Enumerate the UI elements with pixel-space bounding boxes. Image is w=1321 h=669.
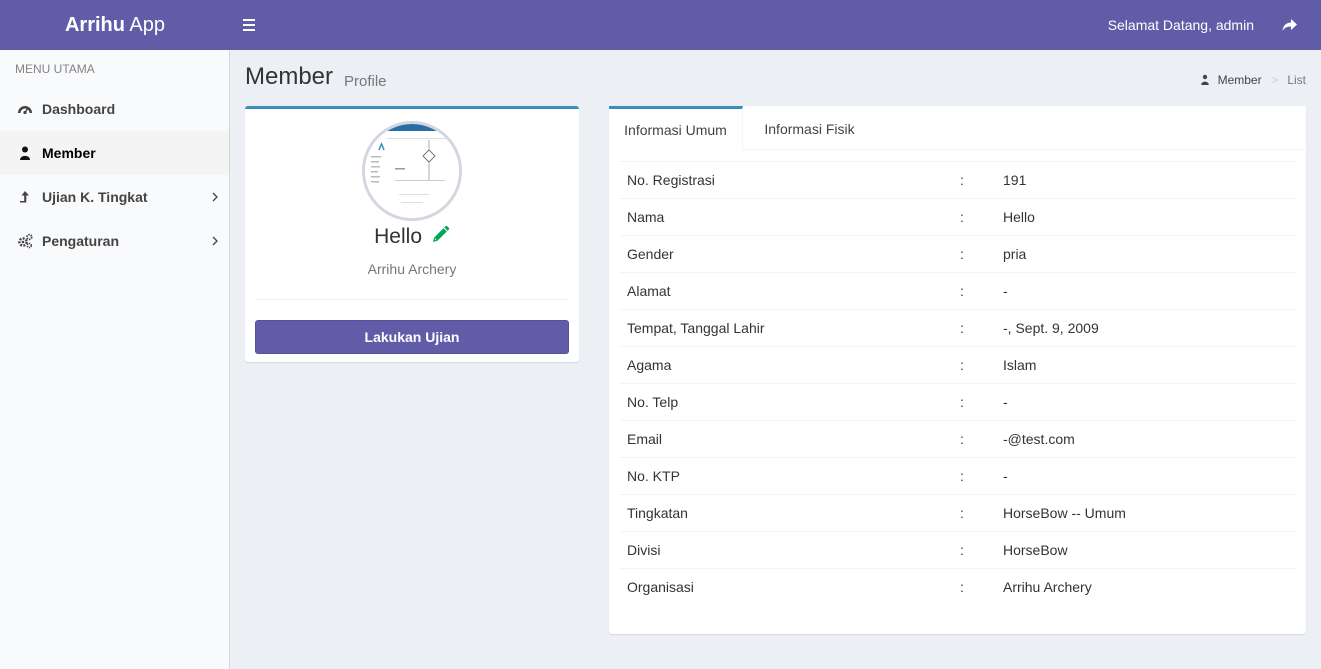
profile-name: Hello xyxy=(245,225,579,249)
row-separator: : xyxy=(960,505,964,521)
chevron-right-icon xyxy=(212,192,218,202)
table-row: No. KTP : - xyxy=(619,457,1296,494)
dashboard-icon xyxy=(18,106,32,115)
row-separator: : xyxy=(960,357,964,373)
sidebar-item-dashboard[interactable]: Dashboard xyxy=(0,87,229,131)
logo-bold-text: Arrihu xyxy=(64,14,125,36)
pencil-icon[interactable] xyxy=(430,225,450,245)
table-row: Alamat : - xyxy=(619,272,1296,309)
divider xyxy=(255,299,569,300)
level-up-icon xyxy=(20,191,29,203)
row-separator: : xyxy=(960,394,964,410)
menu-header: MENU UTAMA xyxy=(15,62,95,76)
table-row: Agama : Islam xyxy=(619,346,1296,383)
row-separator: : xyxy=(960,283,964,299)
breadcrumb: Member > List xyxy=(1200,73,1306,87)
table-row: Tempat, Tanggal Lahir : -, Sept. 9, 2009 xyxy=(619,309,1296,346)
breadcrumb-item[interactable]: Member xyxy=(1218,73,1262,87)
logo-light-text: App xyxy=(129,14,166,36)
row-separator: : xyxy=(960,246,964,262)
row-key: No. KTP xyxy=(627,468,680,484)
row-key: Agama xyxy=(627,357,672,373)
info-tab-panel: Informasi Umum Informasi Fisik No. Regis… xyxy=(609,106,1306,634)
row-separator: : xyxy=(960,542,964,558)
row-value: -, Sept. 9, 2009 xyxy=(1003,320,1099,336)
breadcrumb-item: List xyxy=(1287,73,1306,87)
table-row: Organisasi : Arrihu Archery xyxy=(619,568,1296,605)
sidebar-item-label: Pengaturan xyxy=(42,233,120,249)
top-navbar: Arrihu App Selamat Datang, admin xyxy=(0,0,1321,50)
sidebar-item-label: Dashboard xyxy=(42,101,116,117)
row-separator: : xyxy=(960,172,964,188)
row-value: HorseBow -- Umum xyxy=(1003,505,1126,521)
row-key: Gender xyxy=(627,246,674,262)
row-value: - xyxy=(1003,468,1008,484)
row-separator: : xyxy=(960,320,964,336)
row-separator: : xyxy=(960,209,964,225)
sidebar-toggle-icon[interactable] xyxy=(243,15,259,35)
row-key: No. Registrasi xyxy=(627,172,715,188)
row-value: Arrihu Archery xyxy=(1003,579,1092,595)
table-row: Gender : pria xyxy=(619,235,1296,272)
welcome-text: Selamat Datang, admin xyxy=(1107,17,1254,33)
row-key: Nama xyxy=(627,209,665,225)
profile-card: Hello Arrihu Archery Lakukan Ujian xyxy=(245,106,579,362)
tab-informasi-fisik[interactable]: Informasi Fisik xyxy=(743,106,876,150)
app-logo[interactable]: Arrihu App xyxy=(0,0,230,50)
row-key: Email xyxy=(627,431,663,447)
table-row: No. Registrasi : 191 xyxy=(619,161,1296,198)
table-row: Nama : Hello xyxy=(619,198,1296,235)
row-value: -@test.com xyxy=(1003,431,1075,447)
row-key: Alamat xyxy=(627,283,671,299)
row-key: No. Telp xyxy=(627,394,679,410)
sign-out-icon[interactable] xyxy=(1281,16,1299,34)
lakukan-ujian-button[interactable]: Lakukan Ujian xyxy=(255,320,569,354)
sidebar-item-member[interactable]: Member xyxy=(0,131,229,175)
row-value: Hello xyxy=(1003,209,1035,225)
row-separator: : xyxy=(960,431,964,447)
sidebar: MENU UTAMA Dashboard Member Ujian K. Tin… xyxy=(0,50,230,669)
user-icon xyxy=(1201,74,1210,85)
table-row: Email : -@test.com xyxy=(619,420,1296,457)
page-title: Member xyxy=(245,63,334,90)
row-value: - xyxy=(1003,394,1008,410)
table-row: No. Telp : - xyxy=(619,383,1296,420)
sidebar-item-label: Member xyxy=(42,145,96,161)
user-icon xyxy=(20,146,30,160)
row-separator: : xyxy=(960,579,964,595)
row-key: Organisasi xyxy=(627,579,694,595)
row-key: Divisi xyxy=(627,542,661,558)
row-separator: : xyxy=(960,468,964,484)
sidebar-item-label: Ujian K. Tingkat xyxy=(42,189,148,205)
row-value: Islam xyxy=(1003,357,1037,373)
avatar-image xyxy=(365,124,459,218)
breadcrumb-separator: > xyxy=(1270,73,1278,87)
tab-informasi-umum[interactable]: Informasi Umum xyxy=(609,106,743,151)
page-subtitle: Profile xyxy=(344,73,387,90)
profile-name-text: Hello xyxy=(374,225,422,248)
row-value: HorseBow xyxy=(1003,542,1068,558)
profile-organization: Arrihu Archery xyxy=(367,261,457,277)
row-value: - xyxy=(1003,283,1008,299)
row-value: pria xyxy=(1003,246,1027,262)
table-row: Tingkatan : HorseBow -- Umum xyxy=(619,494,1296,531)
row-key: Tingkatan xyxy=(627,505,688,521)
avatar xyxy=(362,121,462,221)
table-row: Divisi : HorseBow xyxy=(619,531,1296,568)
row-key: Tempat, Tanggal Lahir xyxy=(627,320,765,336)
row-value: 191 xyxy=(1003,172,1027,188)
sidebar-item-pengaturan[interactable]: Pengaturan xyxy=(0,219,229,263)
gears-icon xyxy=(18,233,33,249)
chevron-right-icon xyxy=(212,236,218,246)
sidebar-item-ujian[interactable]: Ujian K. Tingkat xyxy=(0,175,229,219)
tabs-bar: Informasi Umum Informasi Fisik xyxy=(609,106,1306,151)
